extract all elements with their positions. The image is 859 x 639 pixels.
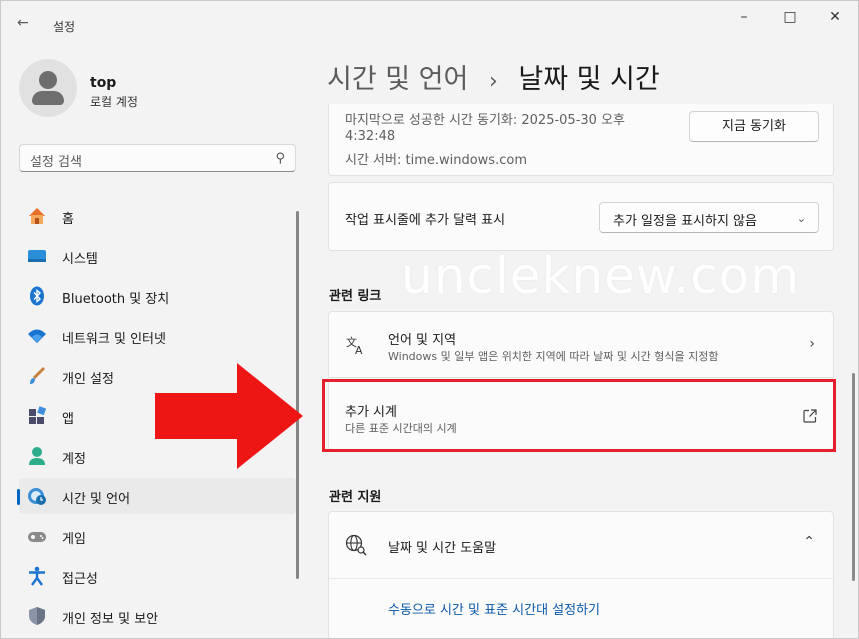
sidebar-item-label: 게임 — [62, 532, 86, 547]
bluetooth-icon — [30, 286, 44, 306]
title-bar: ← 설정 – □ ✕ — [1, 1, 858, 37]
time-language-icon — [28, 488, 46, 505]
sidebar-item-label: 시간 및 언어 — [62, 492, 131, 507]
sidebar-item-label: 계정 — [62, 452, 86, 467]
sidebar-item-network[interactable]: 네트워크 및 인터넷 — [19, 318, 296, 354]
active-indicator — [17, 489, 20, 505]
highlight-box — [322, 379, 836, 452]
language-icon: 文 A — [346, 335, 363, 356]
maximize-icon[interactable]: □ — [778, 9, 802, 27]
calendar-setting-label: 작업 표시줄에 추가 달력 표시 — [345, 213, 506, 228]
calendar-setting-card: 작업 표시줄에 추가 달력 표시 추가 일정을 표시하지 않음 ⌄ — [328, 182, 834, 251]
calendar-dropdown[interactable]: 추가 일정을 표시하지 않음 ⌄ — [599, 202, 819, 233]
date-time-help-body: 수동으로 시간 및 표준 시간대 설정하기 — [328, 578, 834, 638]
red-arrow-annotation — [155, 363, 303, 469]
sidebar-item-label: 홈 — [62, 212, 74, 227]
date-time-help-header[interactable]: 날짜 및 시간 도움말 ⌃ — [328, 511, 834, 579]
sidebar-item-accessibility[interactable]: 접근성 — [19, 558, 296, 594]
sidebar-item-gaming[interactable]: 게임 — [19, 518, 296, 554]
svg-text:A: A — [355, 344, 363, 356]
calendar-dropdown-value: 추가 일정을 표시하지 않음 — [613, 214, 757, 229]
shield-icon — [29, 607, 45, 625]
close-icon[interactable]: ✕ — [823, 9, 847, 27]
app-title: 설정 — [53, 20, 76, 34]
language-region-link[interactable]: 文 A 언어 및 지역 Windows 및 일부 앱은 위치한 지역에 따라 날… — [328, 311, 834, 378]
sync-now-button[interactable]: 지금 동기화 — [689, 111, 819, 142]
sidebar-item-system[interactable]: 시스템 — [19, 238, 296, 274]
manual-time-zone-help-link[interactable]: 수동으로 시간 및 표준 시간대 설정하기 — [388, 599, 600, 618]
time-sync-card: 마지막으로 성공한 시간 동기화: 2025-05-30 오후 4:32:48 … — [328, 104, 834, 176]
brush-icon — [30, 366, 46, 384]
related-links-heading: 관련 링크 — [329, 289, 382, 304]
profile-account-type: 로컬 계정 — [90, 95, 138, 109]
sidebar-item-label: 개인 정보 및 보안 — [62, 612, 159, 627]
minimize-icon[interactable]: – — [732, 9, 756, 27]
system-icon — [28, 250, 46, 262]
sidebar-item-label: 앱 — [62, 412, 74, 427]
settings-window: ← 설정 – □ ✕ top 로컬 계정 설정 검색 ⚲ 홈 시스템 Bluet… — [0, 0, 859, 639]
related-support-heading: 관련 지원 — [329, 490, 382, 505]
language-region-subtitle: Windows 및 일부 앱은 위치한 지역에 따라 날짜 및 시간 형식을 지… — [388, 350, 719, 363]
sidebar-item-label: 네트워크 및 인터넷 — [62, 332, 166, 347]
breadcrumb: 시간 및 언어 › 날짜 및 시간 — [327, 57, 660, 96]
sidebar-item-label: 개인 설정 — [62, 372, 114, 387]
sidebar-item-label: 시스템 — [62, 252, 98, 267]
globe-search-icon — [345, 534, 367, 556]
apps-icon — [29, 406, 47, 424]
main-scrollbar[interactable] — [852, 373, 855, 581]
last-sync-text: 마지막으로 성공한 시간 동기화: 2025-05-30 오후 — [345, 113, 625, 128]
sidebar-item-home[interactable]: 홈 — [19, 198, 296, 234]
search-input[interactable]: 설정 검색 ⚲ — [19, 144, 296, 172]
breadcrumb-separator: › — [488, 69, 498, 94]
chevron-down-icon: ⌄ — [796, 212, 806, 225]
search-placeholder: 설정 검색 — [30, 155, 82, 170]
time-server-text: 시간 서버: time.windows.com — [345, 153, 527, 168]
language-region-title: 언어 및 지역 — [388, 333, 457, 348]
gamepad-icon — [28, 532, 46, 542]
date-time-help-title: 날짜 및 시간 도움말 — [388, 541, 497, 556]
breadcrumb-parent[interactable]: 시간 및 언어 — [327, 64, 468, 95]
chevron-right-icon: › — [809, 336, 815, 352]
sidebar-item-label: 접근성 — [62, 572, 98, 587]
sidebar-item-label: Bluetooth 및 장치 — [62, 292, 170, 307]
sidebar-item-privacy[interactable]: 개인 정보 및 보안 — [19, 598, 296, 634]
accessibility-icon — [29, 566, 45, 586]
chevron-up-icon: ⌃ — [803, 534, 815, 550]
sidebar-item-bluetooth[interactable]: Bluetooth 및 장치 — [19, 278, 296, 314]
sidebar-item-time-language[interactable]: 시간 및 언어 — [17, 478, 296, 514]
avatar[interactable] — [19, 59, 77, 117]
search-icon: ⚲ — [275, 151, 285, 166]
account-icon — [29, 447, 45, 465]
wifi-icon — [28, 329, 46, 343]
page-title: 날짜 및 시간 — [518, 64, 660, 95]
last-sync-time: 4:32:48 — [345, 129, 396, 144]
back-arrow-icon[interactable]: ← — [17, 15, 29, 31]
profile-name: top — [90, 75, 117, 91]
watermark-text: uncleknew.com — [401, 247, 800, 305]
home-icon — [29, 208, 45, 224]
